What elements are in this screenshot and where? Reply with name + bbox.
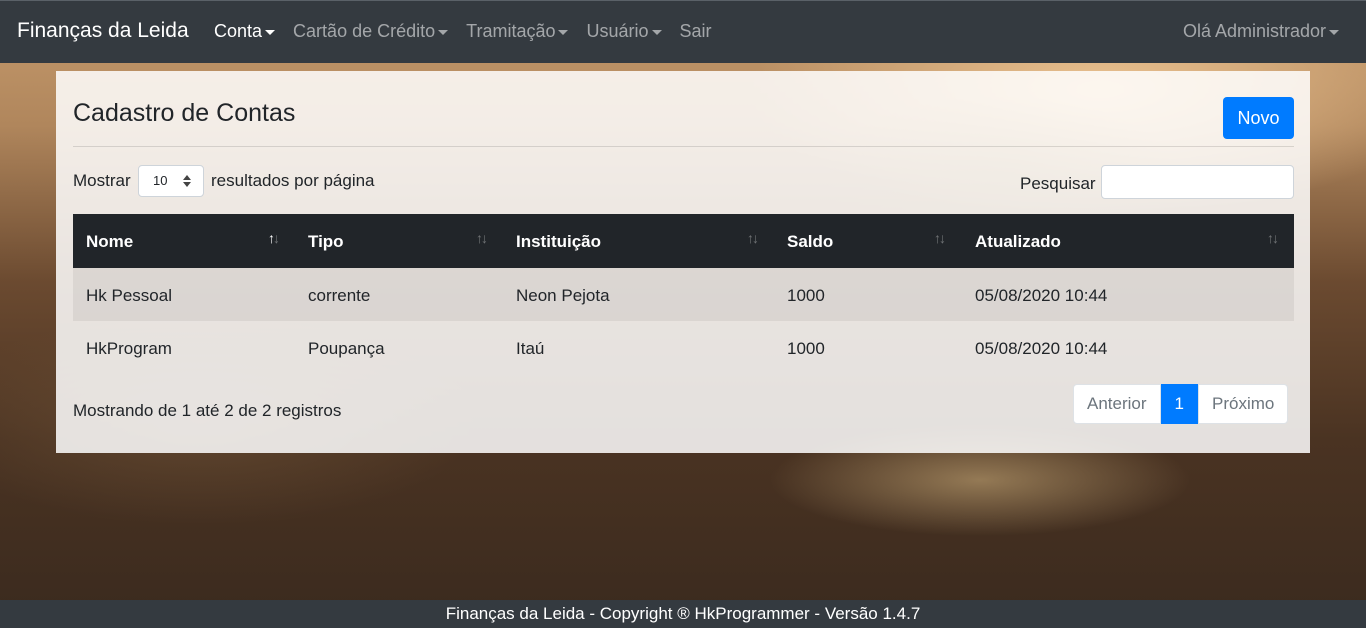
nav-menu: Conta Cartão de Crédito Tramitação Usuár… <box>214 21 730 42</box>
column-header-atualizado[interactable]: Atualizado <box>975 232 1061 252</box>
search-input[interactable] <box>1101 165 1294 199</box>
page-1-button[interactable]: 1 <box>1160 384 1198 424</box>
cell-instituicao: Neon Pejota <box>516 286 610 305</box>
accounts-card: Cadastro de Contas Novo Mostrar 10 resul… <box>56 71 1310 453</box>
previous-page-button[interactable]: Anterior <box>1073 384 1161 424</box>
caret-down-icon <box>438 29 449 35</box>
divider <box>73 146 1294 147</box>
sort-icon[interactable]: ↑↓ <box>747 230 759 246</box>
cell-atualizado: 05/08/2020 10:44 <box>975 286 1108 305</box>
nav-item-usuario[interactable]: Usuário <box>586 21 662 42</box>
nav-item-label: Cartão de Crédito <box>293 21 436 41</box>
caret-down-icon <box>558 29 569 35</box>
new-account-button[interactable]: Novo <box>1223 97 1294 139</box>
cell-atualizado: 05/08/2020 10:44 <box>975 339 1108 358</box>
nav-item-label: Usuário <box>586 21 649 41</box>
table-row[interactable]: Hk Pessoal corrente Neon Pejota 1000 05/… <box>73 268 1294 321</box>
cell-saldo: 1000 <box>787 286 825 305</box>
cell-nome: HkProgram <box>86 339 172 358</box>
column-header-tipo[interactable]: Tipo <box>308 232 344 252</box>
table-header: Nome ↑↓ Tipo ↑↓ Instituição ↑↓ Saldo ↑↓ … <box>73 214 1294 268</box>
cell-tipo: corrente <box>308 286 371 305</box>
column-header-saldo[interactable]: Saldo <box>787 232 833 252</box>
user-greeting: Olá Administrador <box>1182 21 1326 41</box>
nav-item-cartao-de-credito[interactable]: Cartão de Crédito <box>293 21 449 42</box>
sort-icon[interactable]: ↑↓ <box>476 230 488 246</box>
caret-down-icon <box>1329 29 1339 35</box>
nav-item-tramitacao[interactable]: Tramitação <box>466 21 569 42</box>
next-page-button[interactable]: Próximo <box>1198 384 1289 424</box>
cell-tipo: Poupança <box>308 339 385 358</box>
caret-down-icon <box>265 29 276 35</box>
page-length-value: 10 <box>153 173 168 188</box>
nav-item-label: Conta <box>214 21 263 41</box>
column-header-instituicao[interactable]: Instituição <box>516 232 601 252</box>
nav-item-conta[interactable]: Conta <box>214 21 276 42</box>
cell-saldo: 1000 <box>787 339 825 358</box>
user-menu[interactable]: Olá Administrador <box>1183 21 1339 42</box>
table-row[interactable]: HkProgram Poupança Itaú 1000 05/08/2020 … <box>73 321 1294 374</box>
nav-item-label: Sair <box>679 21 712 41</box>
nav-item-sair[interactable]: Sair <box>680 21 712 42</box>
select-arrows-icon <box>183 175 191 187</box>
cell-nome: Hk Pessoal <box>86 286 172 305</box>
brand-link[interactable]: Finanças da Leida <box>17 19 189 43</box>
length-suffix-label: resultados por página <box>211 171 375 190</box>
table-info: Mostrando de 1 até 2 de 2 registros <box>73 401 342 420</box>
page-length-select[interactable]: 10 <box>138 165 204 197</box>
caret-down-icon <box>651 29 662 35</box>
column-header-nome[interactable]: Nome <box>86 232 133 252</box>
nav-item-label: Tramitação <box>466 21 556 41</box>
page-title: Cadastro de Contas <box>73 99 296 127</box>
top-navbar: Finanças da Leida Conta Cartão de Crédit… <box>0 0 1366 63</box>
sort-icon[interactable]: ↑↓ <box>934 230 946 246</box>
sort-icon[interactable]: ↑↓ <box>268 230 280 246</box>
length-prefix-label: Mostrar <box>73 171 131 190</box>
sort-icon[interactable]: ↑↓ <box>1267 230 1279 246</box>
search-label: Pesquisar <box>1020 174 1096 193</box>
cell-instituicao: Itaú <box>516 339 545 358</box>
pagination: Anterior 1 Próximo <box>1073 384 1289 424</box>
footer: Finanças da Leida - Copyright ® HkProgra… <box>0 600 1366 628</box>
